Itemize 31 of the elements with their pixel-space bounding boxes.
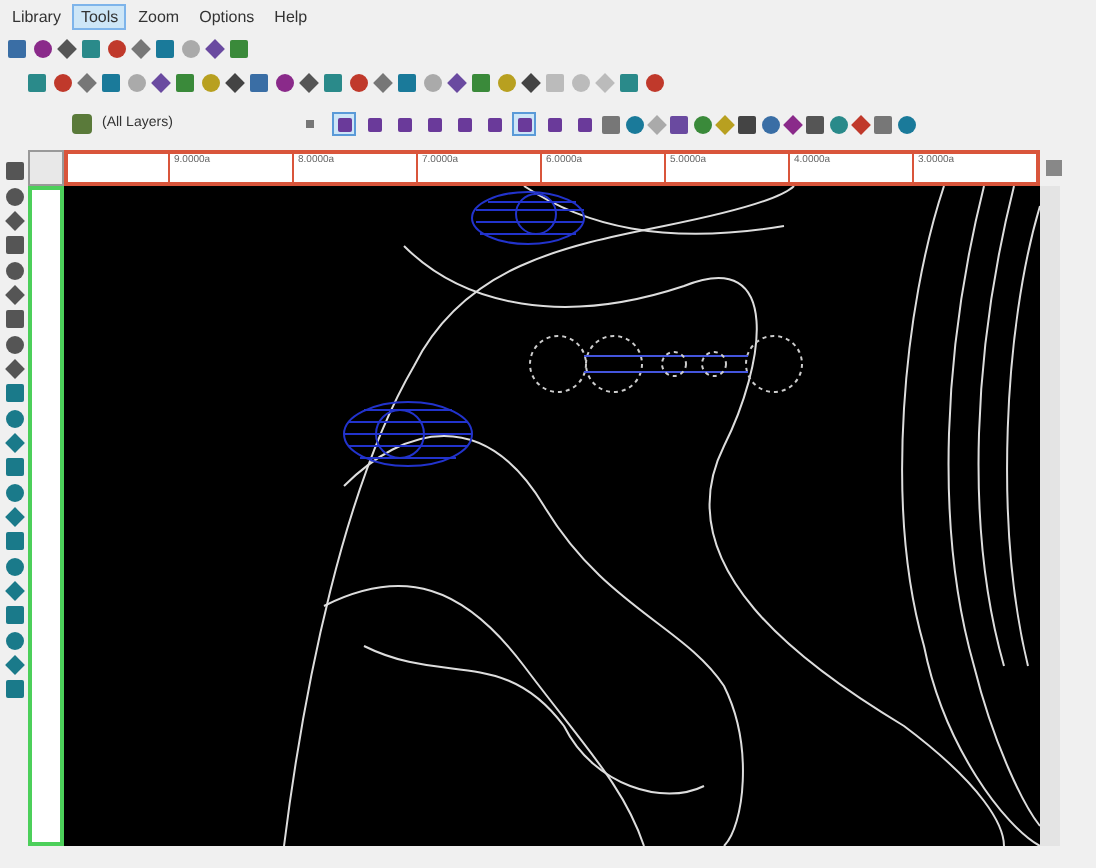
- square-icon[interactable]: [602, 115, 620, 133]
- square-icon[interactable]: [5, 384, 23, 402]
- square-icon[interactable]: [806, 115, 824, 133]
- view-button[interactable]: [452, 112, 476, 136]
- view-button[interactable]: [332, 112, 356, 136]
- square-icon[interactable]: [5, 680, 23, 698]
- square-icon[interactable]: [5, 458, 23, 476]
- view-button[interactable]: [392, 112, 416, 136]
- hatched-ellipse-drawing: [343, 401, 473, 467]
- square-icon[interactable]: [670, 115, 688, 133]
- square-icon[interactable]: [874, 115, 892, 133]
- menu-item[interactable]: Help: [266, 3, 316, 29]
- square-icon[interactable]: [5, 236, 23, 254]
- menu-item[interactable]: Library: [4, 3, 69, 29]
- view-button[interactable]: [362, 112, 386, 136]
- view-button[interactable]: [482, 112, 506, 136]
- view-button[interactable]: [512, 112, 536, 136]
- square-icon[interactable]: [5, 606, 23, 624]
- square-icon[interactable]: [738, 115, 756, 133]
- layers-icon: [72, 114, 92, 134]
- view-button[interactable]: [422, 112, 446, 136]
- view-button[interactable]: [572, 112, 596, 136]
- menu-item[interactable]: Zoom: [130, 3, 188, 29]
- square-icon[interactable]: [5, 532, 23, 550]
- square-icon[interactable]: [5, 162, 23, 180]
- view-button[interactable]: [542, 112, 566, 136]
- menu-item[interactable]: Tools: [72, 3, 127, 29]
- menu-item[interactable]: Options: [191, 3, 263, 29]
- square-icon[interactable]: [5, 310, 23, 328]
- vertical-scrollbar[interactable]: [1040, 186, 1060, 846]
- hatched-ellipse-drawing: [471, 191, 585, 245]
